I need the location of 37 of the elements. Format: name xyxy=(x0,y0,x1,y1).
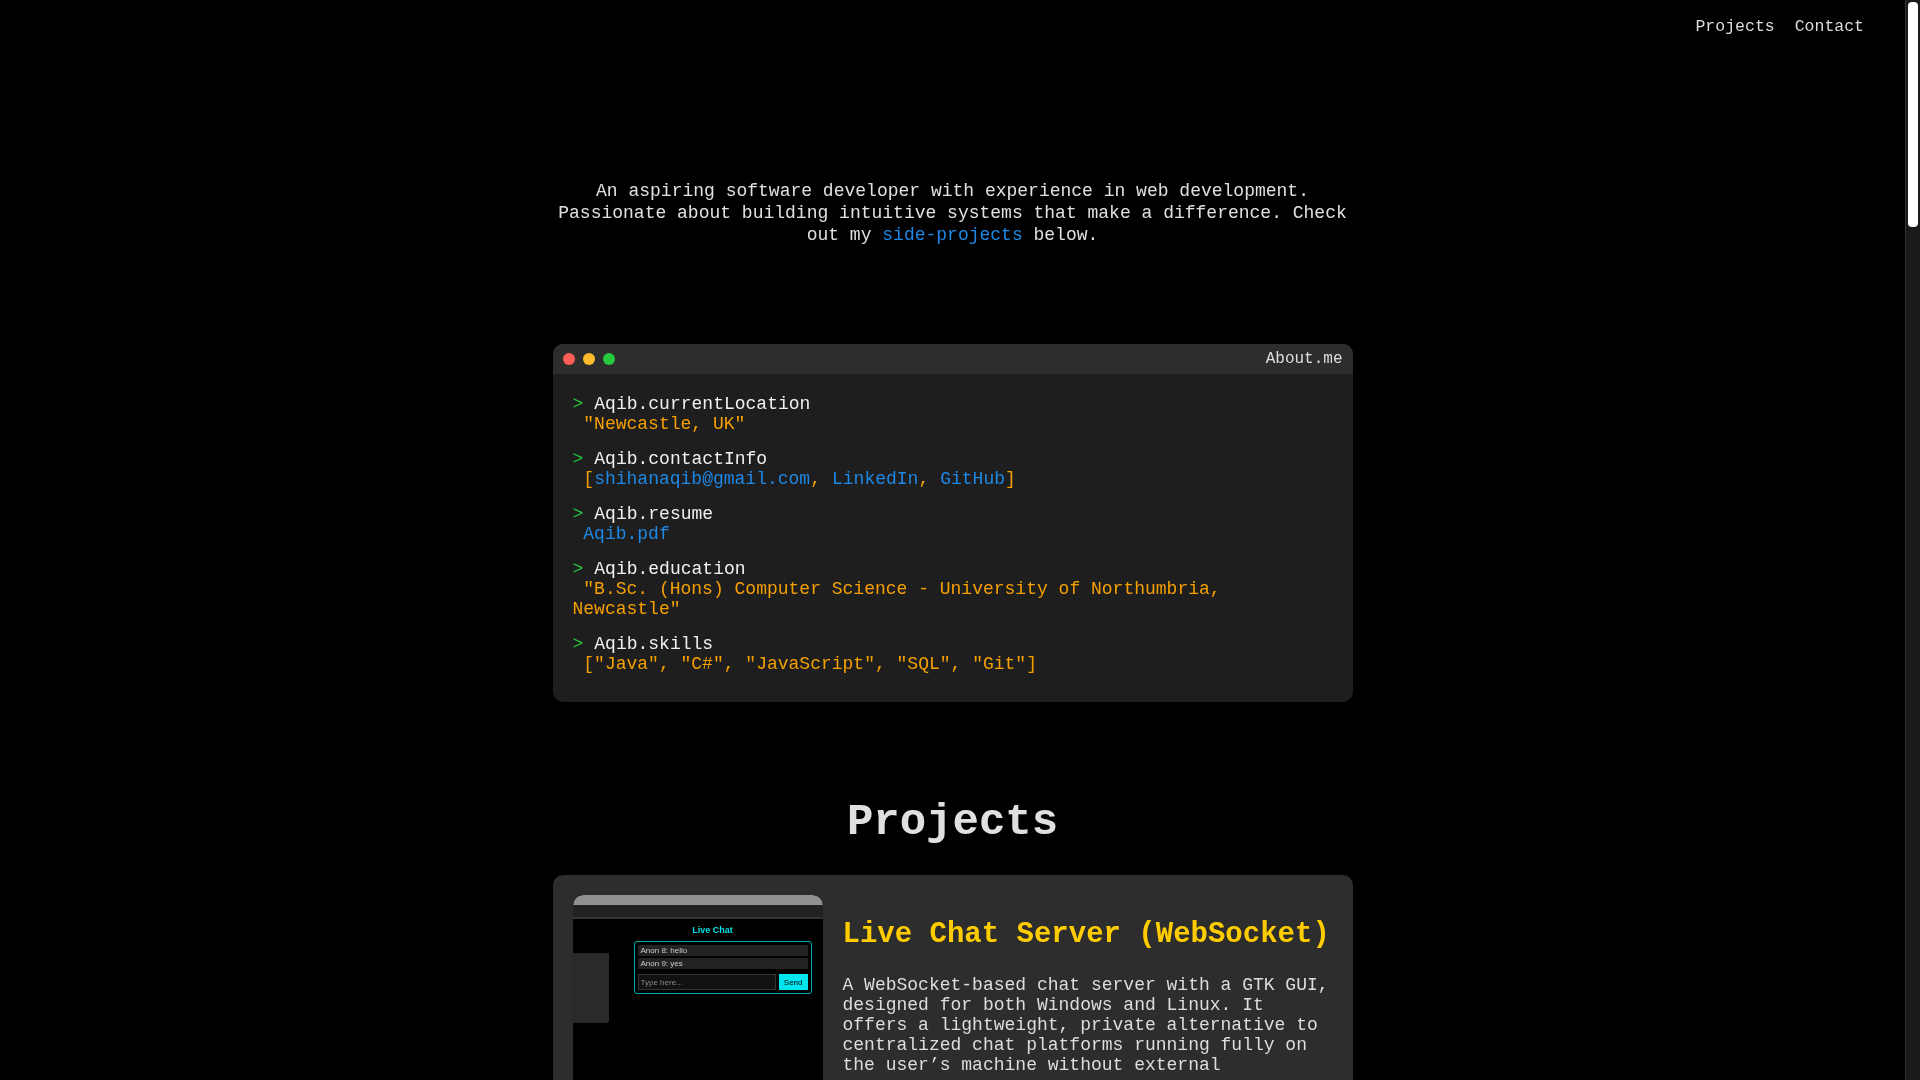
nav-link[interactable]: Contact xyxy=(1794,17,1864,37)
nav-link[interactable]: Projects xyxy=(1695,17,1775,37)
project-title: Live Chat Server (WebSocket) xyxy=(842,917,1331,953)
command-text: Aqib.education xyxy=(594,559,746,579)
side-projects-link[interactable]: side-projects xyxy=(882,225,1023,245)
profile-link[interactable]: LinkedIn xyxy=(832,469,919,489)
scrollbar-thumb[interactable] xyxy=(1908,2,1918,227)
scrollbar[interactable] xyxy=(1905,0,1920,1080)
intro-paragraph: An aspiring software developer with experience in web development. Passionate about building intuitive systems that make a difference. Check out my side-projects below. xyxy=(557,180,1348,246)
chat-message: Anon 8: hello xyxy=(637,945,808,956)
bracket-text: ] xyxy=(1005,469,1016,489)
email-link[interactable]: shihanaqib@gmail.com xyxy=(594,469,811,489)
send-button[interactable]: Send xyxy=(778,974,808,990)
command-text: Aqib.skills xyxy=(594,634,714,654)
prompt-symbol: > xyxy=(572,394,584,414)
prompt-symbol: > xyxy=(572,504,584,524)
command-text: Aqib.contactInfo xyxy=(594,449,768,469)
output-text: "Newcastle, UK" xyxy=(582,414,747,434)
prompt-symbol: > xyxy=(572,449,584,469)
prompt-symbol: > xyxy=(572,559,584,579)
side-window-drawing xyxy=(572,953,609,1023)
separator-text: , xyxy=(810,469,821,489)
separator-text: , xyxy=(918,469,930,489)
command-text: Aqib.resume xyxy=(594,504,714,524)
command-text: Aqib.currentLocation xyxy=(594,394,811,414)
profile-link[interactable]: GitHub xyxy=(940,469,1006,489)
projects-heading: Projects xyxy=(846,797,1059,847)
output-text: "B.Sc. (Hons) Computer Science - University of Northumbria, Newcastle" xyxy=(572,579,1222,619)
resume-link[interactable]: Aqib.pdf xyxy=(583,524,670,544)
message-input-field[interactable]: Type here... xyxy=(637,974,776,990)
project-description: A WebSocket-based chat server with a GTK GUI, designed for both Windows and Linux. It offers a lightweight, private alternative to centralized chat platforms running fully on the user’s machine without external xyxy=(842,975,1330,1075)
terminal-title: About.me xyxy=(1265,350,1343,368)
chat-message: Anon 9: yes xyxy=(637,958,808,969)
app-title: Live Chat xyxy=(692,925,733,935)
bracket-text: [ xyxy=(583,469,595,489)
output-text: ["Java", "C#", "JavaScript", "SQL", "Git"] xyxy=(582,654,1038,674)
prompt-symbol: > xyxy=(572,634,584,654)
